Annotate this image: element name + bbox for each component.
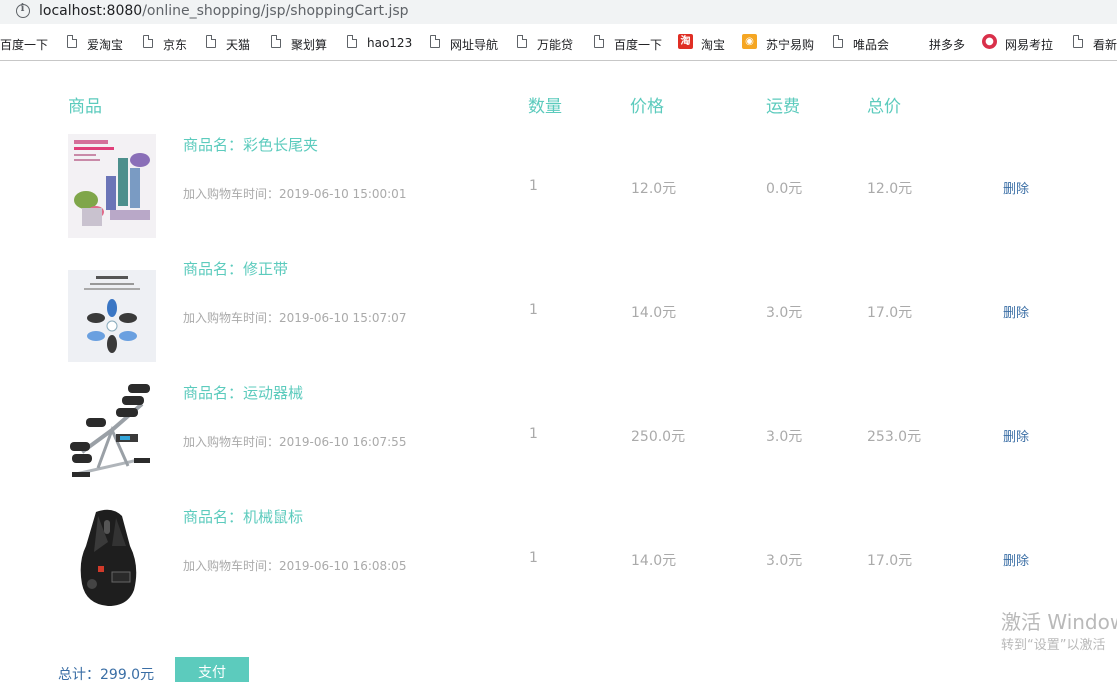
quantity-value: 1 — [529, 550, 538, 566]
page-icon — [517, 35, 527, 48]
activation-watermark-title: 激活 Window — [1001, 610, 1117, 634]
shipping-value: 3.0元 — [766, 429, 803, 445]
total-value: 12.0元 — [867, 181, 913, 197]
bookmark-tmall[interactable]: 天猫 — [226, 36, 250, 53]
quantity-value: 1 — [529, 426, 538, 442]
price-value: 14.0元 — [631, 553, 677, 569]
added-time: 加入购物车时间：2019-06-10 16:08:05 — [183, 559, 407, 573]
page-icon — [430, 35, 440, 48]
url-text[interactable]: localhost:8080/online_shopping/jsp/shopp… — [39, 3, 409, 19]
page-icon — [143, 35, 153, 48]
url-host: localhost:8080 — [39, 3, 143, 19]
delete-link[interactable]: 删除 — [1003, 178, 1029, 197]
delete-link[interactable]: 删除 — [1003, 426, 1029, 445]
address-bar[interactable]: localhost:8080/online_shopping/jsp/shopp… — [0, 0, 1117, 24]
product-image-clips[interactable] — [68, 134, 156, 238]
price-value: 250.0元 — [631, 429, 686, 445]
bookmark-more[interactable]: 看新 — [1093, 36, 1117, 53]
grand-total: 总计：299.0元 — [58, 667, 155, 682]
page-icon — [206, 35, 216, 48]
bookmark-wannengdai[interactable]: 万能贷 — [537, 36, 573, 53]
suning-icon: ◉ — [742, 34, 757, 49]
header-product: 商品 — [68, 97, 102, 117]
total-value: 17.0元 — [867, 553, 913, 569]
header-price: 价格 — [630, 97, 664, 117]
header-total: 总价 — [867, 97, 901, 117]
product-name[interactable]: 商品名：机械鼠标 — [183, 506, 303, 527]
page-icon — [833, 35, 843, 48]
bookmark-pinduoduo[interactable]: 拼多多 — [929, 36, 965, 53]
bookmark-suning[interactable]: 苏宁易购 — [766, 36, 814, 53]
header-shipping: 运费 — [766, 97, 800, 117]
quantity-value: 1 — [529, 178, 538, 194]
bookmark-baidu-2[interactable]: 百度一下 — [614, 36, 662, 53]
page-icon — [67, 35, 77, 48]
info-icon[interactable] — [16, 3, 30, 18]
bookmark-juhuasuan[interactable]: 聚划算 — [291, 36, 327, 53]
bookmark-vip[interactable]: 唯品会 — [853, 36, 889, 53]
product-name[interactable]: 商品名：修正带 — [183, 258, 288, 279]
price-value: 12.0元 — [631, 181, 677, 197]
total-value: 17.0元 — [867, 305, 913, 321]
page-icon — [1073, 35, 1083, 48]
bookmark-baidu[interactable]: 百度一下 — [0, 36, 48, 53]
bookmark-aitaobao[interactable]: 爱淘宝 — [87, 36, 123, 53]
page-icon — [347, 35, 357, 48]
bookmark-jd[interactable]: 京东 — [163, 36, 187, 53]
added-time: 加入购物车时间：2019-06-10 16:07:55 — [183, 435, 407, 449]
delete-link[interactable]: 删除 — [1003, 550, 1029, 569]
shipping-value: 0.0元 — [766, 181, 803, 197]
total-value: 253.0元 — [867, 429, 922, 445]
product-name[interactable]: 商品名：彩色长尾夹 — [183, 134, 318, 155]
url-path: /online_shopping/jsp/shoppingCart.jsp — [142, 3, 409, 19]
added-time: 加入购物车时间：2019-06-10 15:07:07 — [183, 311, 407, 325]
quantity-value: 1 — [529, 302, 538, 318]
kaola-icon: ● — [982, 34, 997, 49]
bookmark-kaola[interactable]: 网易考拉 — [1005, 36, 1053, 53]
product-image-gaming-mouse[interactable] — [68, 506, 156, 610]
bookmark-wangzhi[interactable]: 网址导航 — [450, 36, 498, 53]
page-icon — [271, 35, 281, 48]
bookmarks-bar: 百度一下 爱淘宝 京东 天猫 聚划算 hao123 网址导航 万能贷 百度一下 … — [0, 24, 1117, 61]
bookmark-taobao[interactable]: 淘宝 — [701, 36, 725, 53]
page-icon — [594, 35, 604, 48]
page: localhost:8080/online_shopping/jsp/shopp… — [0, 0, 1117, 682]
activation-watermark-subtitle: 转到“设置”以激活 — [1001, 638, 1106, 653]
product-image-correction-tape[interactable] — [68, 258, 156, 362]
added-time: 加入购物车时间：2019-06-10 15:00:01 — [183, 187, 407, 201]
taobao-icon: 淘 — [678, 34, 693, 49]
delete-link[interactable]: 删除 — [1003, 302, 1029, 321]
product-image-fitness-equipment[interactable] — [68, 382, 156, 486]
product-name[interactable]: 商品名：运动器械 — [183, 382, 303, 403]
price-value: 14.0元 — [631, 305, 677, 321]
shipping-value: 3.0元 — [766, 305, 803, 321]
header-quantity: 数量 — [528, 97, 562, 117]
pay-button[interactable]: 支付 — [175, 657, 249, 682]
shipping-value: 3.0元 — [766, 553, 803, 569]
bookmark-hao123[interactable]: hao123 — [367, 36, 412, 50]
